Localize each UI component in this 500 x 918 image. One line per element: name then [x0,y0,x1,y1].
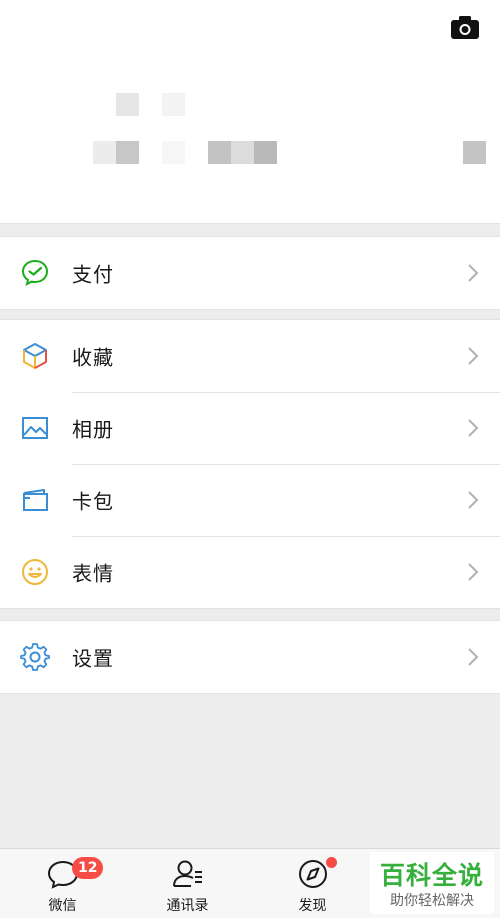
gear-icon [20,643,50,671]
contacts-icon [172,860,202,887]
menu-item-cards-label: 卡包 [72,489,114,514]
chevron-right-icon [468,264,479,282]
menu-item-settings-label: 设置 [72,646,114,671]
tab-discover[interactable]: 发现 [250,849,375,918]
tab-chats[interactable]: 12 微信 [0,849,125,918]
tab-contacts[interactable]: 通讯录 [125,849,250,918]
menu-item-stickers[interactable]: 表情 [0,536,500,608]
picture-icon [22,417,48,439]
unread-badge: 12 [72,857,104,879]
menu-item-album[interactable]: 相册 [0,392,500,464]
tab-chats-label: 微信 [48,898,77,914]
camera-icon[interactable] [450,14,480,40]
chevron-right-icon [468,648,479,666]
cube-icon [23,343,47,369]
menu-item-favorites[interactable]: 收藏 [0,320,500,392]
menu-item-album-label: 相册 [72,417,114,442]
menu-item-pay[interactable]: 支付 [0,237,500,309]
chevron-right-icon [468,419,479,437]
wechat-pay-icon [21,259,49,286]
profile-header[interactable] [0,0,500,224]
menu-item-settings[interactable]: 设置 [0,621,500,693]
watermark-logo: 百科全说 助你轻松解决 [370,852,494,914]
chevron-right-icon [468,491,479,509]
menu-item-cards[interactable]: 卡包 [0,464,500,536]
watermark-subtitle: 助你轻松解决 [390,893,474,909]
new-activity-dot [326,857,337,868]
tab-discover-label: 发现 [298,898,327,914]
menu-group-settings: 设置 [0,620,500,694]
watermark-title: 百科全说 [379,861,484,890]
menu-group-pay: 支付 [0,236,500,310]
chevron-right-icon [468,347,479,365]
menu-item-favorites-label: 收藏 [72,345,114,370]
menu-item-pay-label: 支付 [72,262,114,287]
menu-item-stickers-label: 表情 [72,561,114,586]
smiley-icon [22,559,48,585]
chevron-right-icon [468,563,479,581]
compass-icon [298,860,327,888]
menu-group-main: 收藏 相册 卡包 表情 [0,319,500,609]
tab-contacts-label: 通讯录 [166,898,209,914]
card-wallet-icon [23,489,48,511]
